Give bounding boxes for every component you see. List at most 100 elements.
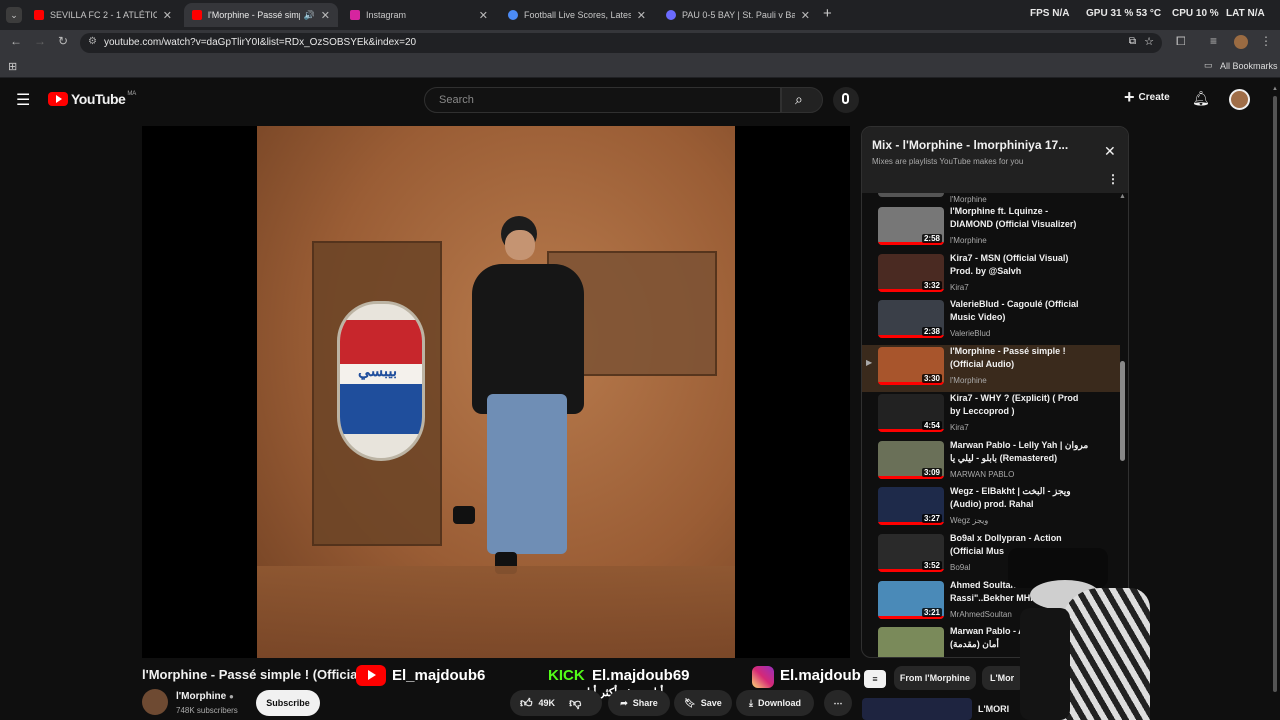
youtube-logo[interactable]: YouTube MA [48, 91, 136, 107]
like-dislike-group: 👍︎ 49K 👎︎ [510, 690, 602, 716]
playlist-item[interactable]: 3:27 Wegz - ElBakht | ويجز - البخت (Audio… [862, 485, 1120, 532]
playlist-item-duration: 3:21 [921, 607, 942, 617]
scrollbar-up-icon[interactable]: ▲ [1119, 193, 1126, 200]
channel-name[interactable]: l'Morphine [176, 691, 226, 702]
playlist-item[interactable]: ▶ 3:30 l'Morphine - Passé simple ! (Offici… [862, 345, 1120, 393]
download-label: Download [757, 698, 801, 708]
back-icon[interactable]: ← [10, 34, 22, 48]
close-tab-icon[interactable]: ✕ [479, 9, 488, 22]
playlist-item[interactable]: 2:58 l'Morphine ft. Lquinze - DIAMOND (Of… [862, 205, 1120, 252]
dislike-icon[interactable]: 👎︎ [569, 696, 581, 711]
chip-from-channel[interactable]: From l'Morphine [894, 666, 976, 690]
browser-tab-2[interactable]: Instagram ✕ [342, 3, 496, 27]
search-input[interactable]: Search [424, 87, 781, 113]
bookmarks-bar: ⊞ ▭ All Bookmarks [0, 55, 1280, 78]
forward-icon[interactable]: → [34, 34, 46, 48]
fps-value: N/A [1052, 8, 1070, 19]
create-button[interactable]: + Create [1124, 88, 1170, 106]
bookmark-star-icon[interactable]: ☆ [1144, 35, 1154, 48]
url-text: youtube.com/watch?v=daGpTlirY0I&list=RDx… [104, 37, 417, 48]
chip-label: From l'Morphine [899, 673, 971, 683]
browser-tab-1[interactable]: l'Morphine - Passé simple ! 🔊 ✕ [184, 3, 338, 27]
reading-list-icon[interactable]: ≡ [1210, 34, 1217, 48]
subscribe-label: Subscribe [266, 698, 310, 708]
browser-menu-icon[interactable]: ⋮ [1260, 34, 1272, 48]
playlist-item-channel: MARWAN PABLO [950, 469, 1015, 479]
playlist-item[interactable]: 2:38 ValerieBlud - Cagoulé (Official Musi… [862, 298, 1120, 345]
playlist-item[interactable]: 3:09 Marwan Pablo - Lelly Yah | مروان باب… [862, 439, 1120, 486]
playlist-title[interactable]: Mix - l'Morphine - lmorphiniya 17... [872, 138, 1068, 152]
tab-title: PAU 0-5 BAY | St. Pauli v Bayern [682, 10, 795, 20]
hamburger-menu-icon[interactable]: ☰ [16, 90, 30, 110]
playlist-item-thumbnail: 2:58 [878, 207, 944, 245]
playlist-item[interactable]: 4:54 Kira7 - WHY ? (Explicit) ( Prod by L… [862, 392, 1120, 439]
youtube-header: ☰ YouTube MA Search ⌕ + Create 🔔︎ [0, 78, 1270, 122]
more-options-icon[interactable]: ⋮ [1107, 172, 1119, 186]
playlist-item-channel: l'Morphine [950, 376, 987, 386]
address-bar[interactable]: ⚙ youtube.com/watch?v=daGpTlirY0I&list=R… [80, 33, 1162, 53]
playlist-item-duration: 3:27 [921, 514, 942, 524]
playlist-subtitle: Mixes are playlists YouTube makes for yo… [872, 157, 1024, 166]
all-bookmarks-link[interactable]: All Bookmarks [1220, 61, 1278, 71]
like-icon[interactable]: 👍︎ [520, 696, 533, 711]
ground-shape [257, 566, 735, 658]
tab-title: l'Morphine - Passé simple ! [208, 10, 300, 20]
search-button[interactable]: ⌕ [781, 87, 823, 113]
partial-item-channel: l'Morphine [950, 195, 987, 204]
speaker-icon[interactable]: 🔊 [304, 10, 315, 21]
site-info-icon[interactable]: ⚙ [88, 36, 97, 47]
subscribe-button[interactable]: Subscribe [256, 690, 320, 716]
playlist-item[interactable]: 3:32 Kira7 - MSN (Official Visual) Prod. … [862, 252, 1120, 299]
playlist-item-channel: Wegz ويجز [950, 516, 989, 526]
more-actions-button[interactable]: ⋯ [824, 690, 852, 716]
browser-tab-bar: ⌄ SEVILLA FC 2 - 1 ATLÉTICO DE M ✕ l'Mor… [0, 0, 1280, 30]
playlist-item-thumbnail: 3:27 [878, 487, 944, 526]
browser-tab-0[interactable]: SEVILLA FC 2 - 1 ATLÉTICO DE M ✕ [26, 3, 180, 27]
partial-item-thumb [878, 193, 944, 197]
reload-icon[interactable]: ↻ [58, 34, 68, 48]
playlist-item-title: Marwan Pablo - Lelly Yah | مروان بابلو -… [950, 439, 1089, 463]
next-video-thumbnail[interactable] [862, 698, 972, 720]
channel-avatar[interactable] [142, 689, 168, 715]
tab-search-icon[interactable]: ⌄ [6, 7, 22, 23]
save-label: Save [700, 698, 722, 708]
notifications-bell-icon[interactable]: 🔔︎ [1192, 90, 1210, 107]
share-button[interactable]: ➦ Share [608, 690, 670, 716]
like-count[interactable]: 49K [539, 698, 556, 708]
close-playlist-icon[interactable]: ✕ [1104, 143, 1116, 160]
cpu-readout: CPU 10 % [1172, 8, 1219, 19]
playlist-item-title: ValerieBlud - Cagoulé (Official Music Vi… [950, 299, 1079, 323]
bookmark-icon: 🔖︎ [684, 697, 696, 708]
fps-readout: FPS N/A [1030, 8, 1069, 19]
close-tab-icon[interactable]: ✕ [163, 9, 172, 22]
browser-tab-3[interactable]: Football Live Scores, Latest Foo ✕ [500, 3, 654, 27]
scrollbar-thumb[interactable] [1120, 361, 1125, 461]
playlist-header: Mix - l'Morphine - lmorphiniya 17... Mix… [862, 127, 1128, 193]
save-button[interactable]: 🔖︎ Save [674, 690, 732, 716]
person-figure [453, 216, 587, 596]
page-scrollbar-thumb[interactable] [1273, 96, 1277, 692]
gpu-readout: GPU 31 % 53 °C [1086, 8, 1161, 19]
page-scroll-up-icon[interactable]: ▲ [1272, 86, 1278, 92]
download-button[interactable]: ⤓ Download [736, 690, 814, 716]
playlist-item-duration: 4:54 [921, 420, 942, 430]
tab-title: Football Live Scores, Latest Foo [524, 10, 631, 20]
search-icon: ⌕ [795, 91, 803, 107]
account-avatar[interactable] [1229, 89, 1250, 110]
extensions-icon[interactable]: ⧠ [1176, 34, 1186, 49]
page-scrollbar[interactable]: ▲ [1272, 86, 1278, 706]
apps-grid-icon[interactable]: ⊞ [8, 60, 17, 73]
close-tab-icon[interactable]: ✕ [637, 9, 646, 22]
playlist-item-duration: 2:38 [921, 327, 942, 337]
profile-avatar[interactable] [1234, 35, 1248, 49]
new-tab-button[interactable]: + [823, 5, 832, 22]
gpu-value: 31 % 53 °C [1110, 8, 1162, 19]
install-icon[interactable]: ⧉ [1129, 36, 1136, 47]
voice-search-button[interactable] [833, 87, 859, 113]
browser-tab-4[interactable]: PAU 0-5 BAY | St. Pauli v Bayern ✕ [658, 3, 818, 27]
chip-scroll-left-icon[interactable]: ≡ [864, 670, 886, 688]
cpu-label: CPU [1172, 8, 1194, 19]
video-player[interactable]: بيبسي [142, 126, 850, 658]
close-tab-icon[interactable]: ✕ [801, 9, 810, 22]
close-tab-icon[interactable]: ✕ [321, 9, 330, 22]
